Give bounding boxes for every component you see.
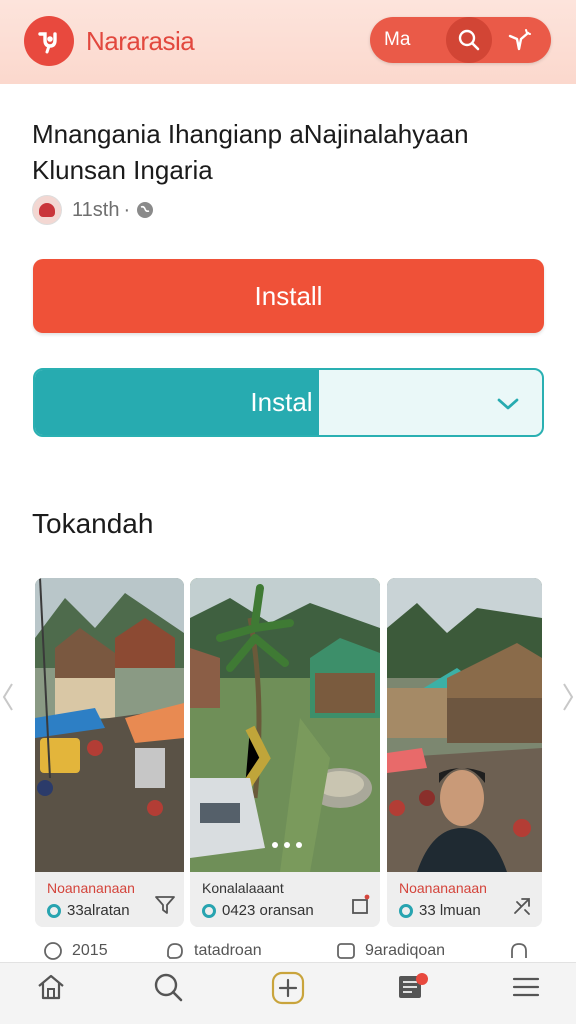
share-icon[interactable] — [350, 894, 372, 916]
card-footer: Noanananaan 33 lmuan — [387, 872, 542, 927]
search-button[interactable] — [446, 17, 492, 63]
chevron-down-icon[interactable] — [494, 390, 522, 418]
heart-icon — [44, 942, 62, 960]
header-pill-label[interactable]: Ma — [384, 29, 410, 51]
post-title: Mnangania Ihangianp aNajinalahyaan Kluns… — [32, 119, 469, 185]
menu-icon — [512, 977, 540, 997]
home-icon — [38, 974, 64, 1000]
photo-card-image — [190, 578, 380, 872]
nav-menu[interactable] — [486, 971, 566, 1024]
card-footer: Konalalaaant 0423 oransan — [190, 872, 380, 927]
card-stat: 0423 oransan — [202, 902, 314, 919]
install-button[interactable]: Install — [33, 259, 544, 333]
app-logo[interactable] — [24, 16, 74, 66]
search-icon — [154, 973, 183, 1002]
card-footer: Noanananaan 33alratan — [35, 872, 184, 927]
card-category: Noanananaan — [47, 880, 135, 896]
sparkle-button[interactable] — [504, 25, 534, 55]
sparkle-icon[interactable] — [512, 894, 534, 916]
photo-card-image — [35, 578, 184, 872]
bell-icon — [511, 943, 527, 958]
filter-icon[interactable] — [154, 894, 176, 916]
card-category: Konalalaaant — [202, 880, 284, 896]
app-header: Nararasia Ma — [0, 0, 576, 84]
photo-card[interactable]: Noanananaan 33alratan — [35, 578, 184, 927]
nav-add[interactable] — [248, 971, 328, 1024]
card-stat: 33 lmuan — [399, 902, 481, 919]
stat-icon — [399, 903, 413, 918]
globe-icon — [137, 202, 154, 218]
notification-badge — [416, 973, 428, 985]
card-category: Noanananaan — [399, 880, 487, 896]
bookmark-button[interactable]: 9aradiqoan — [335, 940, 445, 962]
nav-notebook[interactable] — [370, 971, 450, 1024]
bookmark-icon — [337, 943, 355, 959]
nav-search[interactable] — [128, 971, 208, 1024]
like-button[interactable]: 2015 — [42, 940, 108, 962]
comment-icon — [167, 943, 183, 959]
install-progress-button[interactable]: Instal — [33, 368, 544, 437]
photo-card-image — [387, 578, 542, 872]
post-meta: 11sth · — [32, 195, 154, 225]
sparkle-icon — [508, 29, 531, 51]
stat-icon — [47, 903, 61, 918]
section-title: Tokandah — [32, 508, 154, 539]
search-icon — [458, 29, 480, 51]
header-action-pill: Ma — [370, 17, 551, 63]
photo-card[interactable]: Konalalaaant 0423 oransan — [190, 578, 380, 927]
avatar[interactable] — [32, 195, 62, 225]
comment-button[interactable]: tatadroan — [164, 940, 262, 962]
image-pager — [272, 842, 302, 848]
scroll-right-icon[interactable] — [560, 680, 576, 714]
notify-button[interactable] — [508, 940, 538, 962]
post-time: 11sth — [72, 198, 120, 221]
stat-icon — [202, 903, 216, 918]
app-logo-icon — [38, 32, 57, 54]
add-icon — [271, 971, 305, 1005]
card-stat: 33alratan — [47, 902, 130, 919]
install-progress-label: Instal — [250, 387, 313, 417]
app-title: Nararasia — [86, 26, 195, 56]
meta-separator: · — [123, 198, 131, 221]
bottom-nav — [0, 962, 576, 1024]
scroll-left-icon[interactable] — [0, 680, 16, 714]
photo-card[interactable]: Noanananaan 33 lmuan — [387, 578, 542, 927]
nav-home[interactable] — [11, 971, 91, 1024]
